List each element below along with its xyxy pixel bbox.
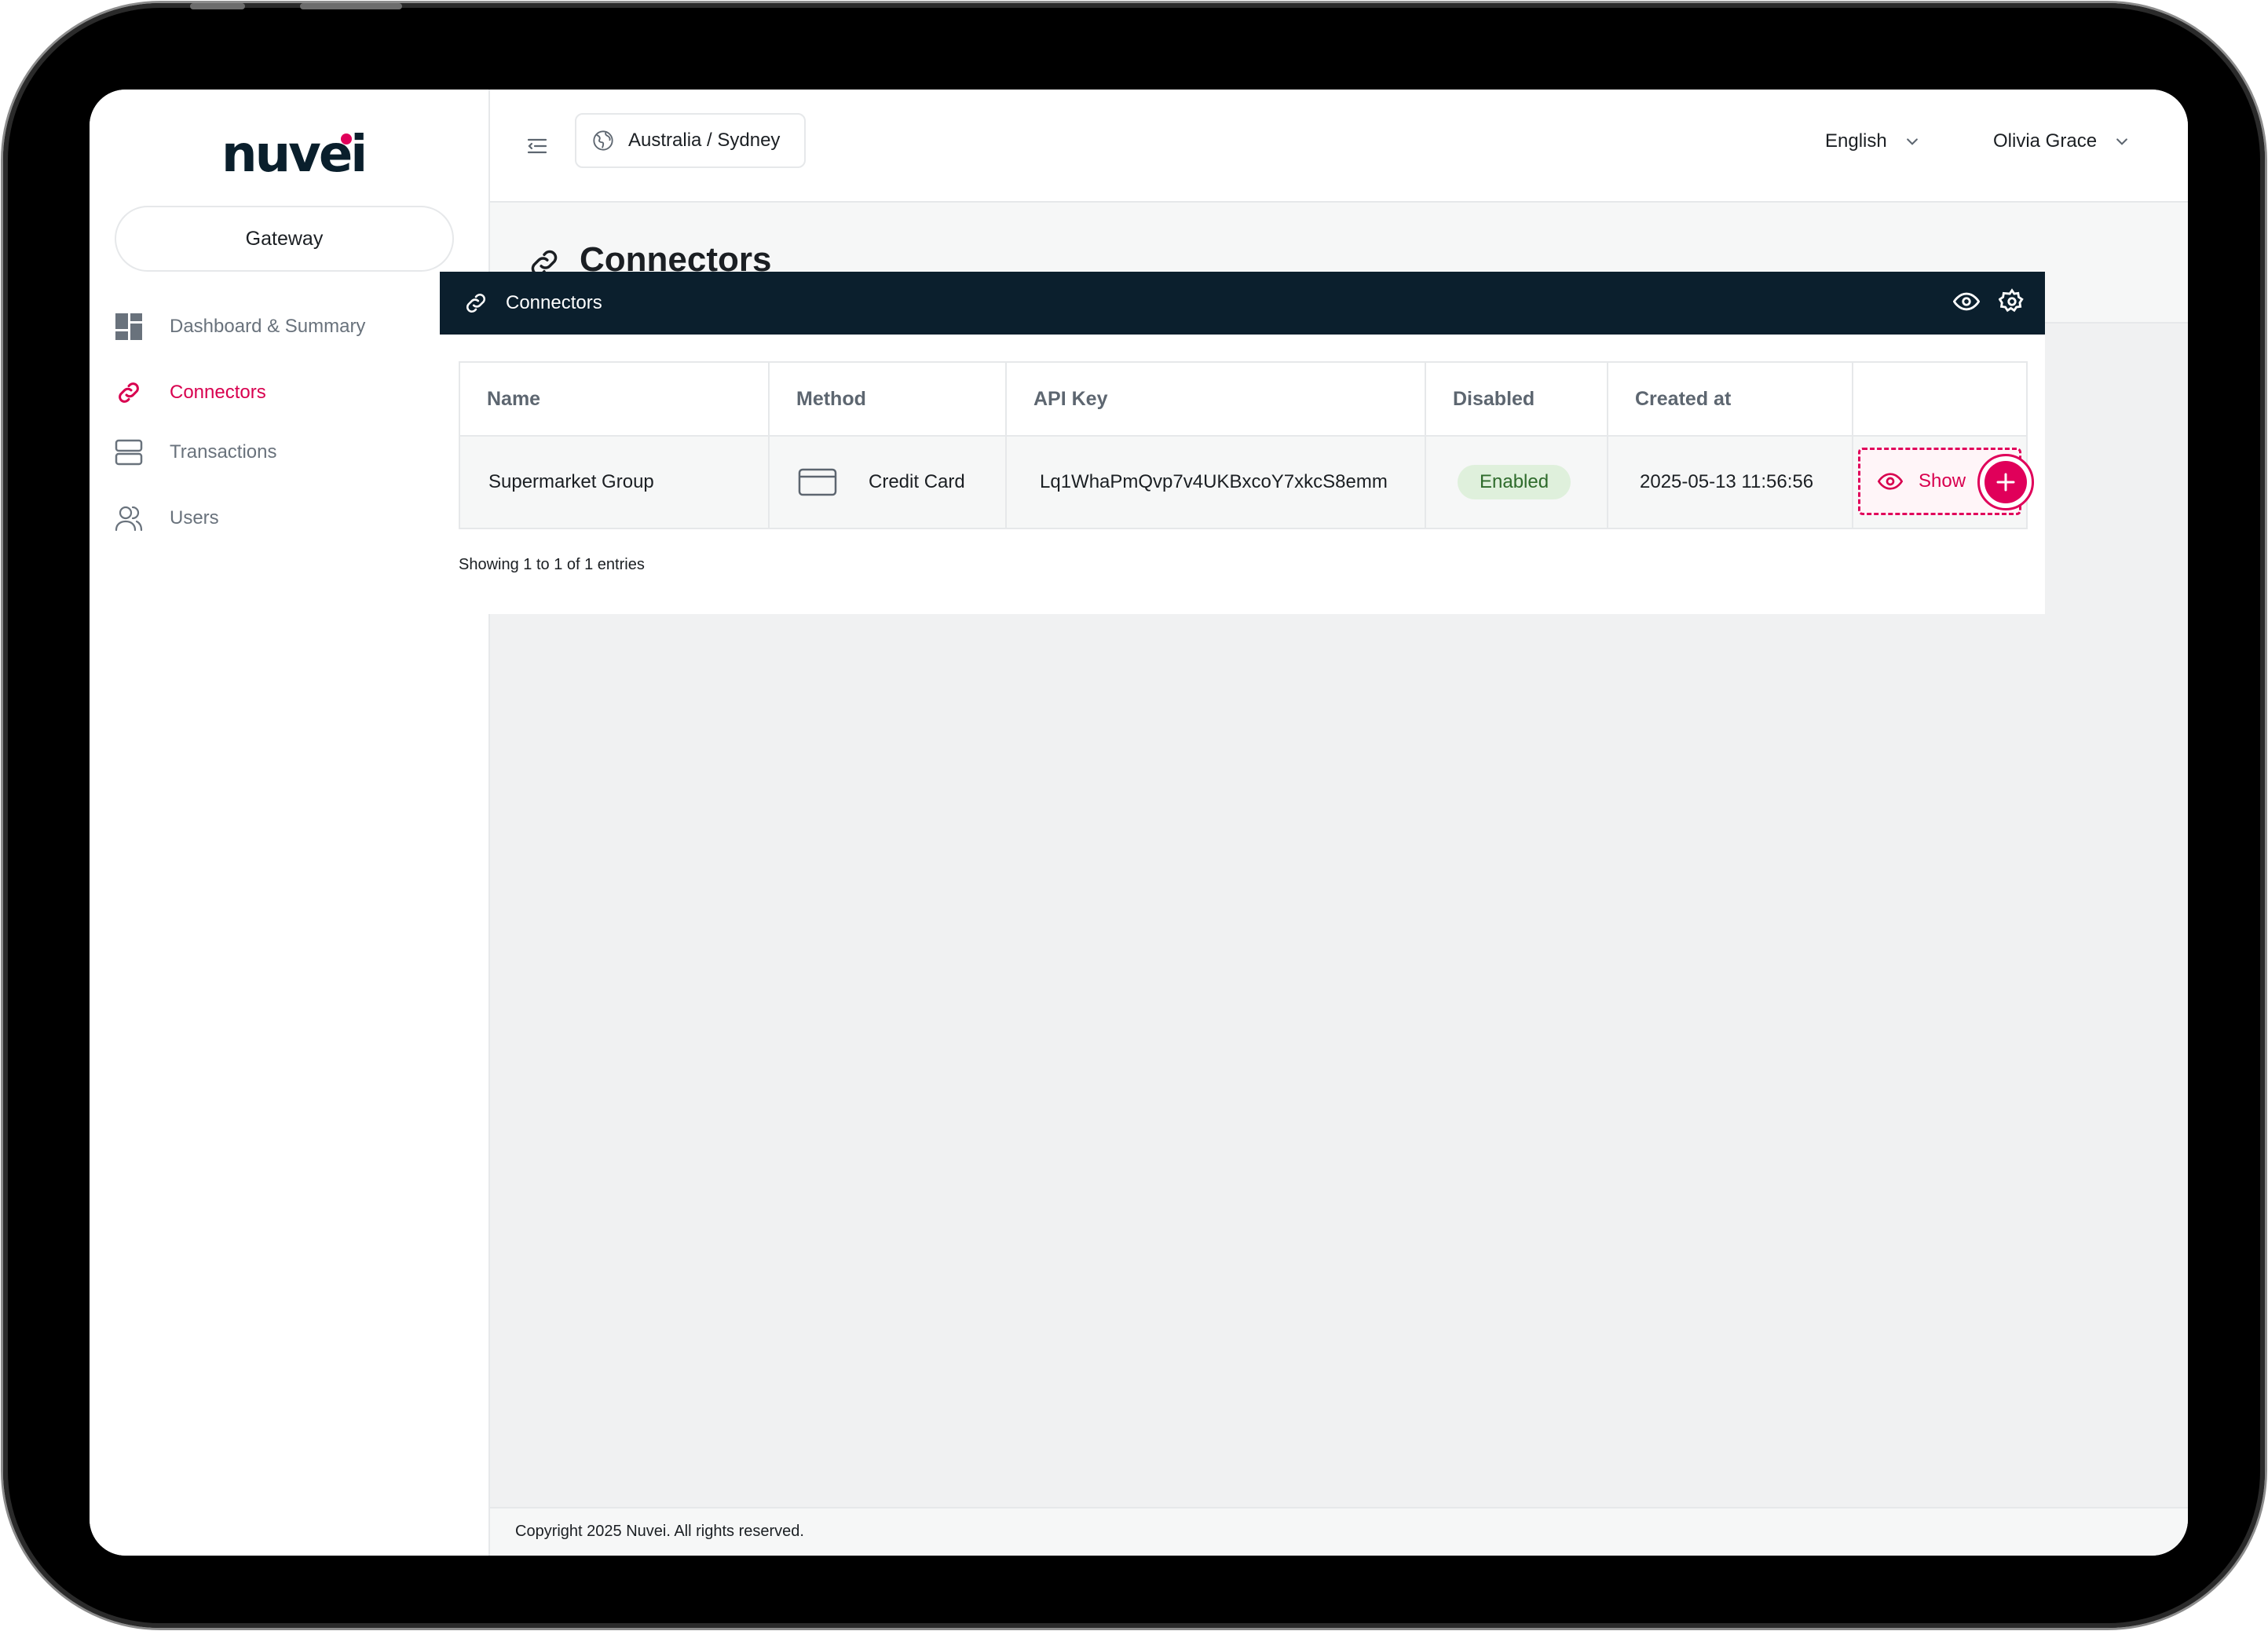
card-actions bbox=[1952, 287, 2026, 316]
connectors-card: Connectors Name Method API Key Disabled … bbox=[440, 272, 2045, 614]
show-button-label: Show bbox=[1919, 470, 1966, 492]
chevron-down-icon bbox=[2111, 130, 2133, 152]
nuvei-logo[interactable]: nuvei bbox=[221, 118, 368, 188]
footer: Copyright 2025 Nuvei. All rights reserve… bbox=[490, 1507, 2188, 1556]
logo-dot bbox=[341, 133, 352, 144]
globe-icon bbox=[591, 128, 616, 153]
column-header-actions bbox=[1852, 361, 2028, 437]
top-header: Australia / Sydney English Olivia Grace bbox=[490, 90, 2188, 203]
link-icon bbox=[462, 289, 490, 317]
table-header-row: Name Method API Key Disabled Created at bbox=[459, 361, 2028, 437]
column-header-disabled[interactable]: Disabled bbox=[1425, 361, 1608, 437]
gear-icon[interactable] bbox=[1998, 287, 2026, 316]
column-header-created-at[interactable]: Created at bbox=[1607, 361, 1853, 437]
link-icon bbox=[113, 377, 144, 408]
sidebar-item-label: Transactions bbox=[170, 441, 277, 463]
sidebar-item-transactions[interactable]: Transactions bbox=[113, 429, 459, 476]
connector-api-key: Lq1WhaPmQvp7v4UKBxcoY7xkcS8emm bbox=[1005, 435, 1426, 529]
timezone-selector[interactable]: Australia / Sydney bbox=[575, 113, 806, 168]
sidebar-item-dashboard[interactable]: Dashboard & Summary bbox=[113, 303, 459, 350]
chevron-down-icon bbox=[1901, 130, 1923, 152]
menu-collapse-icon[interactable] bbox=[521, 130, 553, 162]
tablet-frame: nuvei Gateway Dashboard & Summary Connec… bbox=[3, 3, 2265, 1628]
sidebar-item-label: Users bbox=[170, 507, 219, 528]
app-screen: nuvei Gateway Dashboard & Summary Connec… bbox=[90, 90, 2188, 1556]
sidebar-item-users[interactable]: Users bbox=[113, 495, 459, 542]
connectors-table: Name Method API Key Disabled Created at … bbox=[459, 361, 2034, 529]
user-name: Olivia Grace bbox=[1993, 130, 2098, 152]
eye-icon bbox=[1876, 467, 1904, 496]
connector-created-at: 2025-05-13 11:56:56 bbox=[1607, 435, 1853, 529]
connector-actions-cell: Show bbox=[1852, 435, 2034, 529]
connector-name: Supermarket Group bbox=[459, 435, 770, 529]
sidebar-item-connectors[interactable]: Connectors bbox=[113, 369, 459, 416]
table-row: Supermarket Group Credit Card Lq1WhaPmQv… bbox=[459, 435, 2034, 529]
sidebar-item-label: Connectors bbox=[170, 382, 266, 403]
dashboard-icon bbox=[113, 311, 144, 342]
credit-card-icon bbox=[798, 468, 837, 496]
column-header-method[interactable]: Method bbox=[768, 361, 1007, 437]
tablet-hardware-button bbox=[190, 3, 245, 9]
card-header: Connectors bbox=[440, 272, 2045, 335]
connector-status-cell: Enabled bbox=[1425, 435, 1608, 529]
language-label: English bbox=[1825, 130, 1887, 152]
eye-icon[interactable] bbox=[1952, 287, 1981, 316]
connector-method-cell: Credit Card bbox=[768, 435, 1007, 529]
gateway-button[interactable]: Gateway bbox=[115, 206, 454, 272]
card-title: Connectors bbox=[506, 292, 602, 313]
column-header-name[interactable]: Name bbox=[459, 361, 770, 437]
sidebar-item-label: Dashboard & Summary bbox=[170, 316, 366, 337]
status-badge: Enabled bbox=[1458, 465, 1571, 499]
column-header-api-key[interactable]: API Key bbox=[1005, 361, 1426, 437]
users-icon bbox=[113, 503, 144, 534]
timezone-label: Australia / Sydney bbox=[628, 130, 781, 151]
tablet-hardware-button bbox=[300, 3, 402, 9]
server-icon bbox=[113, 437, 144, 468]
copyright-text: Copyright 2025 Nuvei. All rights reserve… bbox=[515, 1523, 804, 1540]
entries-info: Showing 1 to 1 of 1 entries bbox=[459, 556, 645, 573]
user-menu[interactable]: Olivia Grace bbox=[1993, 126, 2133, 157]
connector-method: Credit Card bbox=[869, 471, 965, 492]
sidebar: nuvei Gateway Dashboard & Summary Connec… bbox=[90, 90, 490, 1556]
add-button[interactable] bbox=[1977, 454, 2034, 510]
plus-icon bbox=[1985, 461, 2027, 503]
language-selector[interactable]: English bbox=[1825, 126, 1923, 157]
